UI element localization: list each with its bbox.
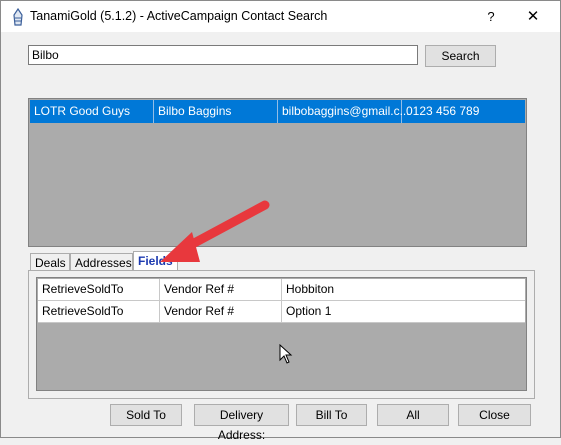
field-name-cell: Vendor Ref # — [160, 301, 282, 322]
field-value-cell: Option 1 — [286, 304, 332, 318]
all-button[interactable]: All — [377, 404, 449, 426]
field-value-cell: Hobbiton — [286, 282, 335, 296]
tab-fields[interactable]: Fields — [133, 251, 178, 272]
window-title: TanamiGold (5.1.2) - ActiveCampaign Cont… — [30, 9, 328, 23]
field-action-cell: RetrieveSoldTo — [38, 301, 160, 322]
field-action-cell: RetrieveSoldTo — [38, 279, 160, 300]
result-row-selected[interactable]: LOTR Good Guys Bilbo Baggins bilbobaggin… — [30, 100, 525, 123]
close-icon[interactable]: ✕ — [518, 7, 548, 27]
field-name-cell: Vendor Ref # — [160, 279, 282, 300]
search-button[interactable]: Search — [425, 45, 496, 67]
table-row[interactable]: RetrieveSoldTo Vendor Ref # Option 1 — [38, 301, 525, 323]
mouse-cursor — [279, 344, 293, 364]
fields-grid[interactable]: RetrieveSoldTo Vendor Ref # Hobbiton Ret… — [36, 277, 527, 391]
app-window: TanamiGold (5.1.2) - ActiveCampaign Cont… — [0, 0, 561, 442]
results-list[interactable]: LOTR Good Guys Bilbo Baggins bilbobaggin… — [28, 98, 527, 247]
close-button[interactable]: Close — [458, 404, 531, 426]
tab-deals[interactable]: Deals — [30, 253, 70, 271]
app-icon — [13, 8, 23, 26]
delivery-address-button[interactable]: Delivery Address: — [194, 404, 289, 442]
help-button[interactable]: ? — [479, 7, 503, 27]
sold-to-button[interactable]: Sold To — [110, 404, 182, 426]
result-name-cell: Bilbo Baggins — [154, 100, 278, 123]
fields-tab-panel: RetrieveSoldTo Vendor Ref # Hobbiton Ret… — [28, 270, 535, 399]
bill-to-button[interactable]: Bill To — [296, 404, 367, 426]
result-email-cell: bilbobaggins@gmail.c... — [278, 100, 410, 123]
search-input[interactable] — [28, 45, 418, 65]
tab-addresses[interactable]: Addresses — [70, 253, 133, 271]
table-row[interactable]: RetrieveSoldTo Vendor Ref # Hobbiton — [38, 279, 525, 301]
result-group-cell: LOTR Good Guys — [30, 100, 154, 123]
result-phone-cell: 0123 456 789 — [406, 104, 480, 118]
title-bar: TanamiGold (5.1.2) - ActiveCampaign Cont… — [1, 1, 560, 32]
